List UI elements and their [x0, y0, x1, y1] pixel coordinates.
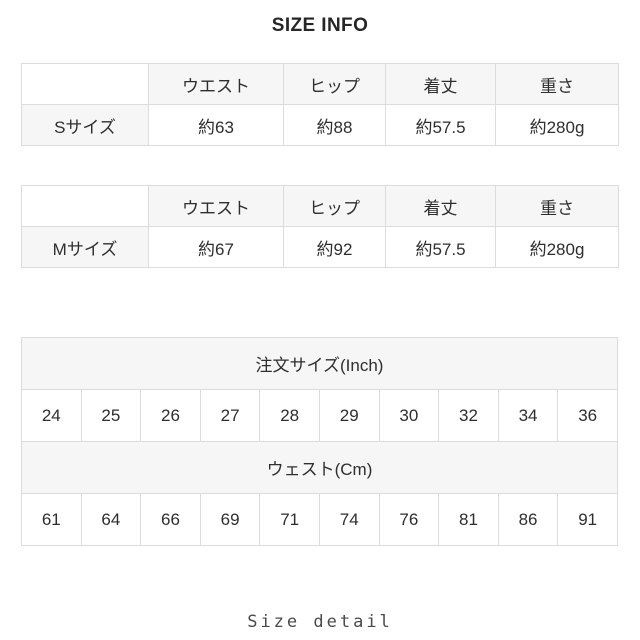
inch-value-cell: 32: [438, 389, 499, 442]
inch-value-cell: 25: [80, 389, 142, 442]
page-title: SIZE INFO: [271, 15, 369, 36]
inch-value-cell: 30: [378, 389, 440, 442]
order-size-table: 注文サイズ(Inch) 24 25 26 27 28 29 30 32 34 3…: [21, 337, 618, 546]
cm-value-cell: 86: [497, 493, 559, 546]
cm-value-cell: 69: [199, 493, 261, 546]
column-header-weight: 重さ: [495, 185, 619, 227]
value-length-s: 約57.5: [385, 104, 496, 146]
order-size-inch-header: 注文サイズ(Inch): [21, 337, 618, 390]
column-header-hip: ヒップ: [283, 185, 386, 227]
cm-value-cell: 71: [259, 493, 320, 546]
value-weight-s: 約280g: [495, 104, 619, 146]
cm-value-cell: 66: [140, 493, 201, 546]
cm-value-cell: 61: [21, 493, 82, 546]
order-cm-values-row: 61 64 66 69 71 74 76 81 86 91: [21, 493, 618, 546]
inch-value-cell: 26: [140, 389, 201, 442]
row-label-size-s: Sサイズ: [21, 104, 149, 146]
corner-cell: [21, 63, 149, 105]
inch-value-cell: 29: [318, 389, 380, 442]
table-header-row: ウエスト ヒップ 着丈 重さ: [21, 185, 619, 227]
value-weight-m: 約280g: [495, 226, 619, 268]
value-waist-m: 約67: [148, 226, 284, 268]
value-length-m: 約57.5: [385, 226, 496, 268]
corner-cell: [21, 185, 149, 227]
column-header-length: 着丈: [385, 63, 496, 105]
value-hip-s: 約88: [283, 104, 386, 146]
column-header-weight: 重さ: [495, 63, 619, 105]
inch-value-cell: 34: [497, 389, 559, 442]
table-header-row: ウエスト ヒップ 着丈 重さ: [21, 63, 619, 105]
column-header-length: 着丈: [385, 185, 496, 227]
size-info-page: SIZE INFO ウエスト ヒップ 着丈 重さ Sサイズ 約63 約88 約5…: [0, 0, 640, 640]
table-row: Mサイズ 約67 約92 約57.5 約280g: [21, 226, 619, 268]
order-inch-values-row: 24 25 26 27 28 29 30 32 34 36: [21, 389, 618, 442]
inch-value-cell: 27: [199, 389, 261, 442]
cm-value-cell: 81: [438, 493, 499, 546]
cm-value-cell: 91: [557, 493, 618, 546]
size-spec-table-s: ウエスト ヒップ 着丈 重さ Sサイズ 約63 約88 約57.5 約280g: [21, 63, 619, 146]
row-label-size-m: Mサイズ: [21, 226, 149, 268]
size-detail-caption: Size detail: [247, 612, 393, 632]
order-inch-header-row: 注文サイズ(Inch): [21, 337, 618, 390]
table-row: Sサイズ 約63 約88 約57.5 約280g: [21, 104, 619, 146]
column-header-waist: ウエスト: [148, 63, 284, 105]
value-waist-s: 約63: [148, 104, 284, 146]
cm-value-cell: 74: [318, 493, 380, 546]
inch-value-cell: 28: [259, 389, 320, 442]
size-spec-table-m: ウエスト ヒップ 着丈 重さ Mサイズ 約67 約92 約57.5 約280g: [21, 185, 619, 268]
waist-cm-header: ウェスト(Cm): [21, 441, 618, 494]
order-cm-header-row: ウェスト(Cm): [21, 441, 618, 494]
inch-value-cell: 36: [557, 389, 618, 442]
cm-value-cell: 64: [80, 493, 142, 546]
column-header-waist: ウエスト: [148, 185, 284, 227]
cm-value-cell: 76: [378, 493, 440, 546]
value-hip-m: 約92: [283, 226, 386, 268]
inch-value-cell: 24: [21, 389, 82, 442]
column-header-hip: ヒップ: [283, 63, 386, 105]
